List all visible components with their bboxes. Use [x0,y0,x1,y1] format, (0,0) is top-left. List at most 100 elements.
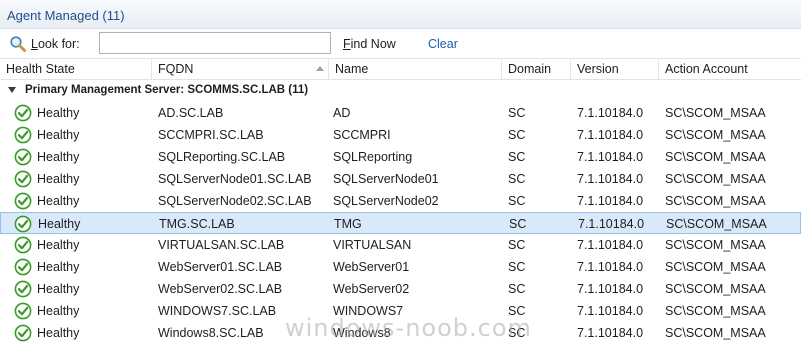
fqdn-cell: WebServer02.SC.LAB [158,282,283,296]
health-state-cell: Healthy [37,238,80,252]
table-row[interactable]: Healthy SQLServerNode01.SC.LAB SQLServerNo… [0,168,801,190]
action-account-cell: SC\SCOM_MSAA [665,172,766,186]
name-cell: WINDOWS7 [333,304,404,318]
view-title-bar: Agent Managed (11) [0,0,801,29]
table-row[interactable]: Healthy VIRTUALSAN.SC.LAB VIRTUALSAN SC 7.1.… [0,234,801,256]
version-cell: 7.1.10184.0 [577,106,644,120]
health-state-cell: Healthy [37,260,80,274]
name-cell: AD [333,106,351,120]
group-header-row[interactable]: Primary Management Server: SCOMMS.SC.LAB… [0,81,801,101]
domain-cell: SC [508,150,526,164]
healthy-check-icon [14,302,32,320]
domain-cell: SC [509,217,527,231]
name-cell: WebServer01 [333,260,410,274]
fqdn-cell: WINDOWS7.SC.LAB [158,304,277,318]
healthy-check-icon [14,280,32,298]
name-cell: VIRTUALSAN [333,238,412,252]
health-state-cell: Healthy [38,217,81,231]
domain-cell: SC [508,172,526,186]
healthy-check-icon [14,148,32,166]
find-now-button[interactable]: Find Now [343,37,396,51]
column-header-name[interactable]: Name [329,59,502,80]
column-header-version[interactable]: Version [571,59,659,80]
action-account-cell: SC\SCOM_MSAA [665,194,766,208]
name-cell: Windows8 [333,326,391,340]
domain-cell: SC [508,326,526,340]
name-cell: TMG [334,217,362,231]
table-row[interactable]: Healthy WebServer01.SC.LAB WebServer01 SC 7.… [0,256,801,278]
version-cell: 7.1.10184.0 [577,128,644,142]
grid-header: Health State FQDN Name Domain Version Ac… [0,58,801,80]
view-title: Agent Managed (11) [7,8,125,23]
action-account-cell: SC\SCOM_MSAA [665,128,766,142]
fqdn-cell: SCCMPRI.SC.LAB [158,128,264,142]
look-for-label: Look for: [31,37,80,51]
version-cell: 7.1.10184.0 [577,150,644,164]
version-cell: 7.1.10184.0 [577,260,644,274]
search-bar: Look for: Find Now Clear [0,29,801,57]
fqdn-cell: VIRTUALSAN.SC.LAB [158,238,285,252]
column-header-health-state[interactable]: Health State [0,59,152,80]
healthy-check-icon [14,192,32,210]
domain-cell: SC [508,260,526,274]
health-state-cell: Healthy [37,326,80,340]
health-state-cell: Healthy [37,172,80,186]
domain-cell: SC [508,238,526,252]
domain-cell: SC [508,106,526,120]
health-state-cell: Healthy [37,194,80,208]
group-label: Primary Management Server: SCOMMS.SC.LAB… [25,84,309,96]
health-state-cell: Healthy [37,106,80,120]
fqdn-cell: WebServer01.SC.LAB [158,260,283,274]
fqdn-cell: SQLServerNode02.SC.LAB [158,194,312,208]
name-cell: SCCMPRI [333,128,391,142]
table-row[interactable]: Healthy SQLServerNode02.SC.LAB SQLServerNo… [0,190,801,212]
fqdn-cell: Windows8.SC.LAB [158,326,264,340]
domain-cell: SC [508,128,526,142]
clear-link[interactable]: Clear [428,37,458,51]
version-cell: 7.1.10184.0 [577,172,644,186]
domain-cell: SC [508,304,526,318]
version-cell: 7.1.10184.0 [577,194,644,208]
table-row[interactable]: Healthy TMG.SC.LAB TMG SC 7.1.10184.0 SC\SCOM… [0,212,801,234]
healthy-check-icon [14,258,32,276]
health-state-cell: Healthy [37,128,80,142]
action-account-cell: SC\SCOM_MSAA [665,238,766,252]
look-for-input[interactable] [99,32,331,54]
health-state-cell: Healthy [37,304,80,318]
name-cell: SQLServerNode02 [333,194,439,208]
agent-list: Healthy AD.SC.LAB AD SC 7.1.10184.0 SC\SCOM_M… [0,102,801,344]
fqdn-cell: SQLReporting.SC.LAB [158,150,286,164]
domain-cell: SC [508,194,526,208]
fqdn-cell: TMG.SC.LAB [159,217,235,231]
collapse-caret-icon[interactable] [8,87,16,93]
name-cell: WebServer02 [333,282,410,296]
domain-cell: SC [508,282,526,296]
healthy-check-icon [14,236,32,254]
column-header-domain[interactable]: Domain [502,59,571,80]
column-header-fqdn-label: FQDN [158,62,194,76]
table-row[interactable]: Healthy SQLReporting.SC.LAB SQLReporting SC… [0,146,801,168]
column-header-fqdn[interactable]: FQDN [152,59,329,80]
version-cell: 7.1.10184.0 [577,326,644,340]
action-account-cell: SC\SCOM_MSAA [665,304,766,318]
table-row[interactable]: Healthy Windows8.SC.LAB Windows8 SC 7.1.1018… [0,322,801,344]
fqdn-cell: AD.SC.LAB [158,106,224,120]
action-account-cell: SC\SCOM_MSAA [665,326,766,340]
action-account-cell: SC\SCOM_MSAA [665,282,766,296]
column-header-action-account[interactable]: Action Account [659,59,801,80]
action-account-cell: SC\SCOM_MSAA [665,150,766,164]
health-state-cell: Healthy [37,150,80,164]
health-state-cell: Healthy [37,282,80,296]
magnifier-icon [10,36,26,52]
healthy-check-icon [14,215,32,233]
table-row[interactable]: Healthy WINDOWS7.SC.LAB WINDOWS7 SC 7.1.1018… [0,300,801,322]
name-cell: SQLServerNode01 [333,172,439,186]
table-row[interactable]: Healthy AD.SC.LAB AD SC 7.1.10184.0 SC\SCOM_M… [0,102,801,124]
version-cell: 7.1.10184.0 [577,282,644,296]
name-cell: SQLReporting [333,150,413,164]
healthy-check-icon [14,170,32,188]
table-row[interactable]: Healthy WebServer02.SC.LAB WebServer02 SC 7.… [0,278,801,300]
table-row[interactable]: Healthy SCCMPRI.SC.LAB SCCMPRI SC 7.1.10184.… [0,124,801,146]
version-cell: 7.1.10184.0 [578,217,645,231]
healthy-check-icon [14,324,32,342]
